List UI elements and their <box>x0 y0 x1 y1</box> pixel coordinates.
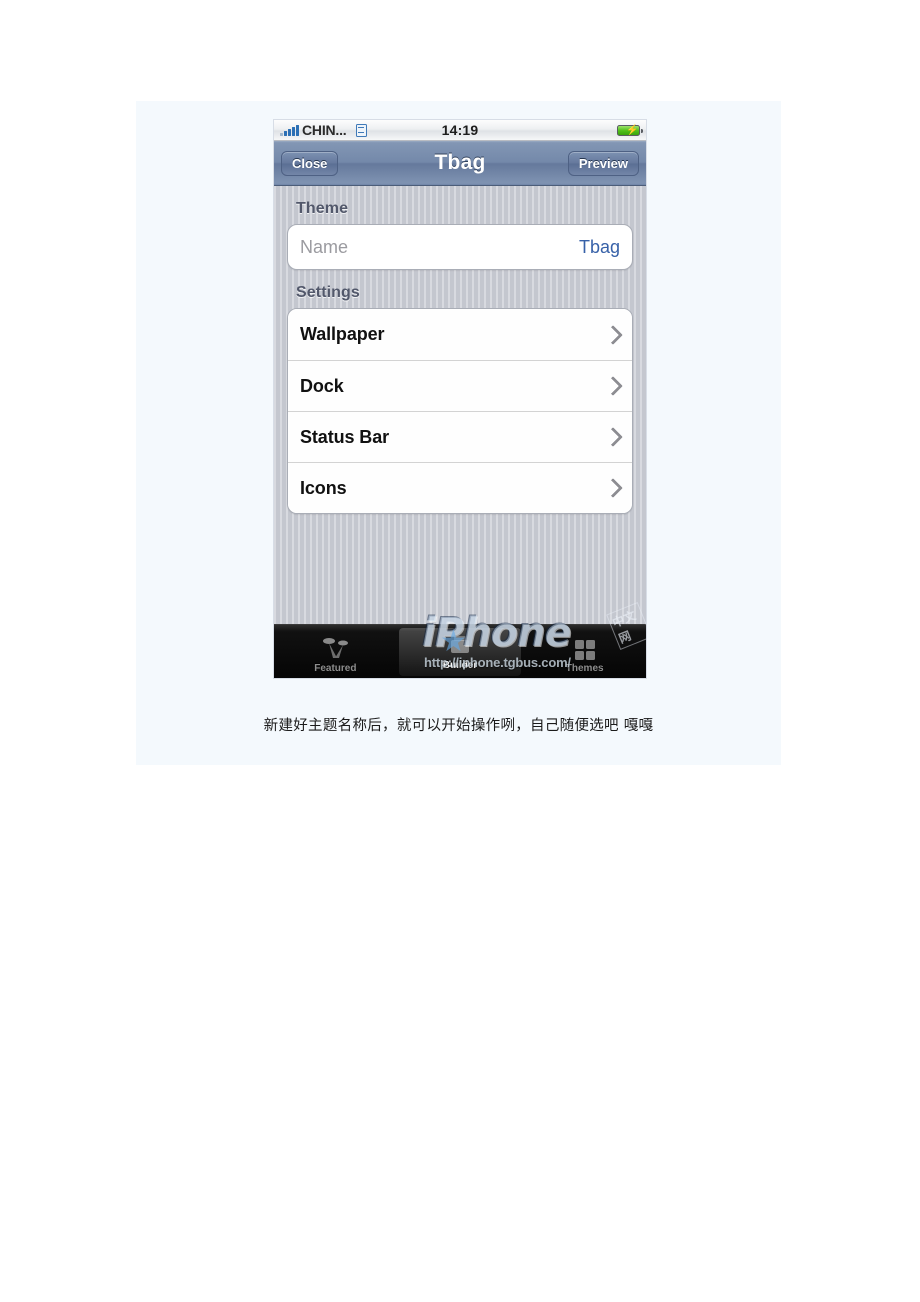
edge-network-icon <box>355 123 367 137</box>
document-page: CHIN... 14:19 ⚡ Close Tbag Preview Theme… <box>136 101 781 765</box>
section-header-theme: Theme <box>296 200 349 217</box>
charging-bolt-icon: ⚡ <box>626 124 639 136</box>
theme-name-value[interactable]: Tbag <box>579 237 620 258</box>
tab-builder[interactable]: Builder <box>398 628 522 676</box>
battery-charging-icon: ⚡ <box>617 124 644 136</box>
theme-group: Name Tbag <box>287 224 633 270</box>
carrier-label: CHIN... <box>302 122 347 138</box>
iphone-screenshot: CHIN... 14:19 ⚡ Close Tbag Preview Theme… <box>274 120 646 678</box>
chevron-right-icon <box>603 324 623 345</box>
navigation-bar: Close Tbag Preview <box>274 141 646 186</box>
chevron-right-icon <box>603 478 623 498</box>
settings-list: Theme Name Tbag Settings Wallpaper Dock <box>274 186 646 624</box>
signal-bars-icon <box>280 124 299 136</box>
builder-icon <box>451 636 469 653</box>
row-label: Status Bar <box>300 426 390 447</box>
settings-row-status-bar[interactable]: Status Bar <box>288 411 632 462</box>
ios-status-bar: CHIN... 14:19 ⚡ <box>274 120 646 141</box>
settings-row-dock[interactable]: Dock <box>288 360 632 411</box>
tab-label: Themes <box>565 663 604 674</box>
tab-featured[interactable]: Featured <box>274 625 397 678</box>
settings-group: Wallpaper Dock Status Bar Icons <box>287 308 633 514</box>
row-label: Wallpaper <box>300 324 385 344</box>
tab-label: Builder <box>442 660 478 671</box>
chevron-right-icon <box>603 427 623 447</box>
row-label: Icons <box>300 477 347 498</box>
spotlight-icon <box>323 638 349 658</box>
row-label: Dock <box>300 375 344 396</box>
tab-themes[interactable]: Themes <box>523 625 646 678</box>
settings-row-icons[interactable]: Icons <box>288 462 632 513</box>
close-button[interactable]: Close <box>281 150 339 176</box>
themes-icon <box>574 640 595 660</box>
theme-name-label: Name <box>300 236 349 257</box>
figure-caption: 新建好主题名称后，就可以开始操作咧，自己随便选吧 嘎嘎 <box>263 718 654 734</box>
tab-bar: Featured Builder Themes <box>274 624 646 678</box>
section-header-settings: Settings <box>296 284 360 301</box>
theme-name-row[interactable]: Name Tbag <box>288 225 632 269</box>
chevron-right-icon <box>603 376 623 396</box>
preview-button[interactable]: Preview <box>567 150 639 176</box>
settings-row-wallpaper[interactable]: Wallpaper <box>288 309 632 360</box>
tab-label: Featured <box>314 663 357 674</box>
